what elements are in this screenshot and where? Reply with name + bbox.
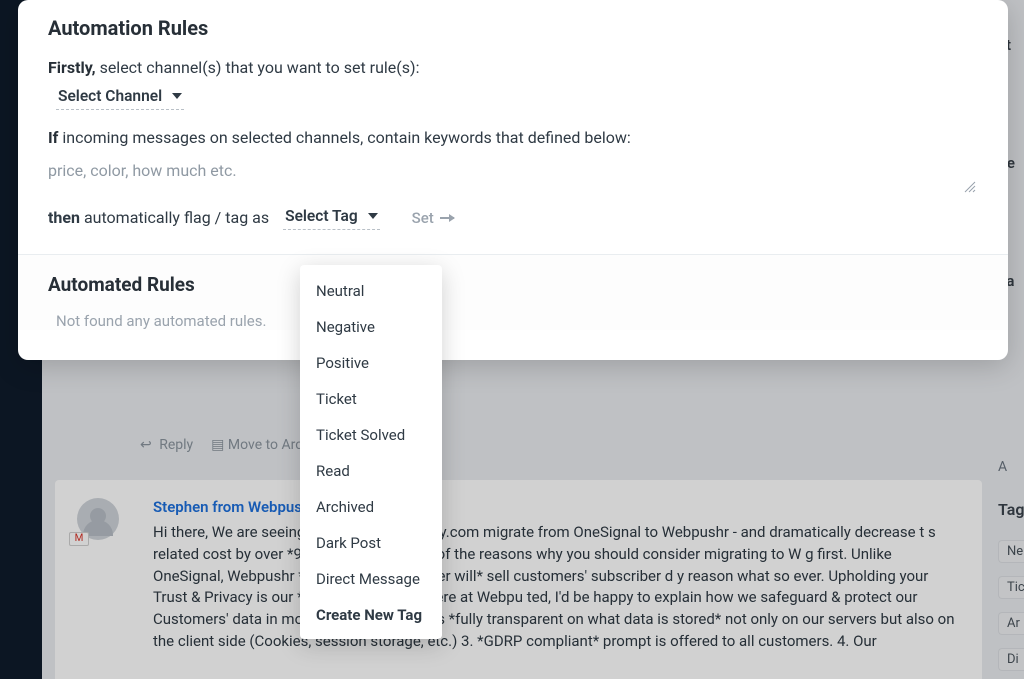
- keywords-input[interactable]: [48, 155, 978, 189]
- select-tag-label: Select Tag: [285, 207, 358, 225]
- tag-dropdown-menu: NeutralNegativePositiveTicketTicket Solv…: [300, 265, 442, 639]
- arrow-right-icon: [440, 217, 454, 219]
- set-button[interactable]: Set: [394, 209, 454, 227]
- select-tag-dropdown[interactable]: Select Tag: [283, 205, 380, 230]
- automation-rules-modal: Automation Rules Firstly, select channel…: [18, 0, 1008, 360]
- tag-option[interactable]: Archived: [300, 489, 442, 525]
- automated-rules-title: Automated Rules: [48, 273, 978, 296]
- chevron-down-icon: [368, 213, 378, 219]
- tag-option[interactable]: Neutral: [300, 273, 442, 309]
- select-channel-label: Select Channel: [58, 87, 162, 105]
- then-line: then automatically flag / tag as Select …: [48, 205, 978, 230]
- tag-option[interactable]: Read: [300, 453, 442, 489]
- select-channel-dropdown[interactable]: Select Channel: [56, 85, 184, 110]
- tag-option[interactable]: Negative: [300, 309, 442, 345]
- chevron-down-icon: [172, 93, 182, 99]
- modal-title: Automation Rules: [48, 16, 978, 40]
- tag-option[interactable]: Direct Message: [300, 561, 442, 597]
- tag-option[interactable]: Ticket Solved: [300, 417, 442, 453]
- tag-option[interactable]: Dark Post: [300, 525, 442, 561]
- create-new-tag-option[interactable]: Create New Tag: [300, 597, 442, 633]
- tag-option[interactable]: Ticket: [300, 381, 442, 417]
- firstly-line: Firstly, select channel(s) that you want…: [48, 58, 978, 77]
- set-label: Set: [412, 209, 434, 227]
- if-line: If incoming messages on selected channel…: [48, 128, 978, 147]
- empty-state-text: Not found any automated rules.: [48, 312, 978, 330]
- tag-option[interactable]: Positive: [300, 345, 442, 381]
